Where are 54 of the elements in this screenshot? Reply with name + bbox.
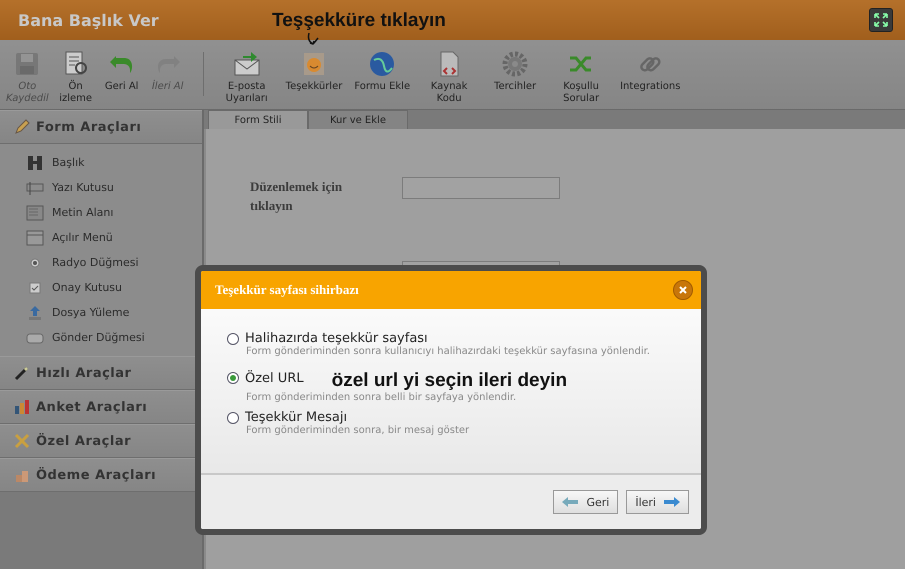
- toolbar-button[interactable]: Geri Al: [98, 50, 145, 93]
- radio-button[interactable]: [227, 412, 239, 424]
- sidebar-item[interactable]: Açılır Menü: [0, 225, 202, 250]
- toolbar-button[interactable]: E-posta Uyarıları: [216, 50, 278, 105]
- upload-icon: [26, 304, 44, 320]
- sidebar-item[interactable]: Metin Alanı: [0, 200, 202, 225]
- toolbar-button[interactable]: Koşullu Sorular: [550, 50, 612, 105]
- toolbar-button[interactable]: Teşekkürler: [282, 50, 346, 93]
- close-icon: [679, 286, 687, 294]
- curved-arrow-icon: [306, 32, 320, 46]
- sidebar-item[interactable]: Yazı Kutusu: [0, 175, 202, 200]
- option-description: Form gönderiminden sonra, bir mesaj göster: [246, 425, 470, 437]
- option-label[interactable]: Özel URL: [245, 370, 304, 386]
- input-field[interactable]: [402, 177, 560, 199]
- tab[interactable]: Kur ve Ekle: [308, 110, 408, 129]
- option-label[interactable]: Teşekkür Mesajı: [245, 410, 348, 425]
- option-label[interactable]: Halihazırda teşekkür sayfası: [245, 331, 428, 346]
- option-description: Form gönderiminden sonra kullanıcıyı halihazırdaki teşekkür sayfasına yönlendir.: [246, 346, 651, 358]
- dropdown-icon: [26, 230, 44, 246]
- back-button[interactable]: Geri: [553, 490, 618, 514]
- toolbar-button[interactable]: Kaynak Kodu: [418, 50, 480, 105]
- settings-icon: [501, 50, 530, 78]
- tab[interactable]: Form Stili: [208, 110, 308, 129]
- field-label: Düzenlemek için tıklayın: [250, 178, 344, 215]
- dialog-title: Teşekkür sayfası sihirbazı: [215, 282, 359, 298]
- right-arrow-icon: [664, 497, 680, 507]
- envelope-icon: [232, 50, 261, 78]
- toolbar-button[interactable]: Formu Ekle: [350, 50, 414, 93]
- sidebar-item[interactable]: Başlık: [0, 150, 202, 175]
- letter-h-icon: [26, 154, 44, 170]
- text-area-icon: [26, 204, 44, 220]
- sidebar-item[interactable]: Onay Kutusu: [0, 275, 202, 300]
- annotation-text: özel url yi seçin ileri deyin: [332, 370, 568, 392]
- toolbar-button[interactable]: Ön izleme: [52, 50, 99, 105]
- sidebar-item[interactable]: Radyo Düğmesi: [0, 250, 202, 275]
- next-button[interactable]: İleri: [626, 490, 689, 514]
- left-arrow-icon: [562, 497, 578, 507]
- text-box-icon: [26, 180, 44, 196]
- toolbar-button[interactable]: Integrations: [616, 50, 684, 93]
- sidebar-item[interactable]: Dosya Yüleme: [0, 300, 202, 325]
- window-title: Bana Başlık Ver: [18, 10, 159, 30]
- close-button[interactable]: [673, 280, 693, 300]
- wand-icon: [14, 365, 30, 381]
- pencil-icon: [14, 119, 30, 135]
- toolbar-button[interactable]: Tercihler: [484, 50, 546, 93]
- fullscreen-button[interactable]: [869, 8, 893, 32]
- bar-chart-icon: [14, 399, 30, 415]
- radio-button[interactable]: [227, 372, 239, 384]
- sidebar-item[interactable]: Gönder Düğmesi: [0, 325, 202, 350]
- annotation-text: Teşşekküre tıklayın: [272, 10, 446, 32]
- expand-icon: [874, 13, 888, 27]
- option-description: Form gönderiminden sonra belli bir sayfaya yönlendir.: [246, 392, 518, 404]
- radio-button[interactable]: [227, 332, 239, 344]
- sidebar-section-header[interactable]: Form Araçları: [0, 110, 202, 144]
